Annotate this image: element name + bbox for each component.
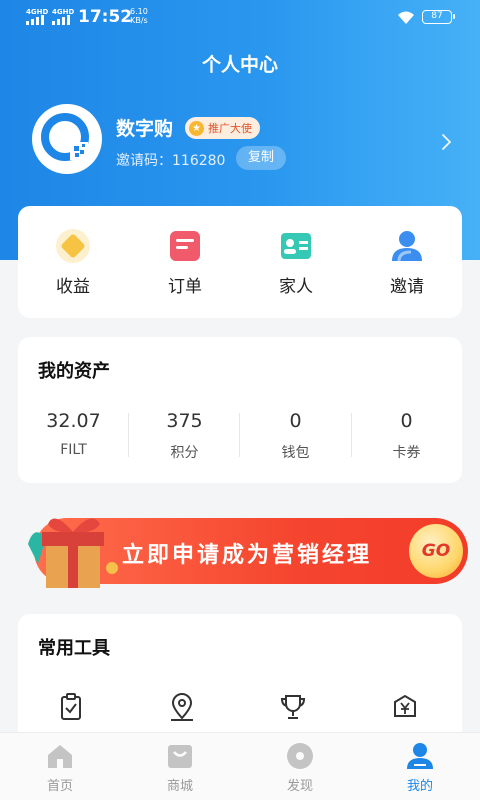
assets-title: 我的资产 bbox=[38, 361, 110, 382]
tab-home[interactable]: 首页 bbox=[20, 741, 100, 794]
invite-user-icon bbox=[389, 228, 425, 264]
tab-label: 商城 bbox=[166, 779, 193, 794]
quick-action-family[interactable]: 家人 bbox=[251, 228, 341, 297]
bottom-tab-bar: 首页 商城 发现 我的 bbox=[0, 732, 480, 800]
asset-label: 卡券 bbox=[392, 445, 421, 461]
discover-icon bbox=[285, 741, 315, 771]
diamond-icon bbox=[55, 228, 91, 264]
asset-coupons[interactable]: 0 卡券 bbox=[351, 410, 462, 462]
asset-points[interactable]: 375 积分 bbox=[129, 410, 240, 462]
chevron-right-icon[interactable] bbox=[440, 132, 454, 156]
copy-button[interactable]: 复制 bbox=[236, 146, 286, 170]
asset-value: 32.07 bbox=[46, 410, 101, 432]
home-icon bbox=[45, 741, 75, 771]
asset-label: FILT bbox=[60, 442, 87, 458]
avatar[interactable] bbox=[32, 104, 102, 174]
gift-box-icon bbox=[24, 504, 124, 598]
page-title: 个人中心 bbox=[201, 54, 278, 76]
ambassador-badge: ★ 推广大使 bbox=[185, 117, 260, 139]
network-speed-value: 6.10 bbox=[130, 7, 148, 16]
battery-icon: 87 bbox=[422, 10, 455, 24]
quick-action-invite[interactable]: 邀请 bbox=[362, 228, 452, 297]
quick-action-label: 家人 bbox=[279, 277, 313, 297]
network-speed-unit: KB/s bbox=[130, 16, 148, 25]
tab-label: 首页 bbox=[46, 779, 73, 794]
invite-code: 邀请码：116280 bbox=[116, 153, 226, 169]
go-button[interactable]: GO bbox=[409, 524, 463, 578]
quick-action-label: 邀请 bbox=[390, 277, 424, 297]
asset-value: 0 bbox=[400, 410, 413, 432]
asset-label: 钱包 bbox=[281, 445, 310, 461]
tab-shop[interactable]: 商城 bbox=[140, 741, 220, 794]
shop-icon bbox=[165, 741, 195, 771]
tab-label: 发现 bbox=[286, 779, 313, 794]
profile-icon bbox=[405, 741, 435, 771]
tab-profile[interactable]: 我的 bbox=[380, 741, 460, 794]
quick-action-label: 收益 bbox=[56, 277, 90, 297]
signal-icon: 4GHD bbox=[52, 8, 74, 25]
badge-label: 推广大使 bbox=[208, 122, 252, 135]
signal-icon: 4GHD bbox=[26, 8, 48, 25]
quick-action-orders[interactable]: 订单 bbox=[140, 228, 230, 297]
promo-banner[interactable]: 立即申请成为营销经理 GO bbox=[14, 504, 468, 594]
asset-wallet[interactable]: 0 钱包 bbox=[240, 410, 351, 462]
promo-text: 立即申请成为营销经理 bbox=[122, 543, 373, 568]
coupon-yuan-icon[interactable] bbox=[390, 692, 430, 722]
asset-value: 0 bbox=[289, 410, 302, 432]
wifi-icon bbox=[396, 9, 416, 29]
quick-action-earnings[interactable]: 收益 bbox=[28, 228, 118, 297]
location-pin-icon[interactable] bbox=[167, 692, 207, 722]
network-speed: 6.10 KB/s bbox=[130, 7, 148, 25]
asset-label: 积分 bbox=[170, 445, 199, 461]
asset-filt[interactable]: 32.07 FILT bbox=[18, 410, 129, 458]
tab-discover[interactable]: 发现 bbox=[260, 741, 340, 794]
quick-action-label: 订单 bbox=[168, 277, 202, 297]
tab-label: 我的 bbox=[406, 779, 433, 794]
order-icon bbox=[167, 228, 203, 264]
clipboard-check-icon[interactable] bbox=[56, 692, 96, 722]
tools-title: 常用工具 bbox=[38, 638, 110, 659]
star-icon: ★ bbox=[189, 120, 204, 136]
logo-icon bbox=[41, 113, 89, 161]
asset-value: 375 bbox=[166, 410, 203, 432]
quick-actions-card: 收益 订单 家人 邀请 bbox=[18, 206, 462, 318]
family-card-icon bbox=[278, 228, 314, 264]
assets-card: 我的资产 32.07 FILT 375 积分 0 钱包 0 卡券 bbox=[18, 337, 462, 483]
status-bar: 4GHD 4GHD 17:52 6.10 KB/s 87 bbox=[0, 0, 480, 36]
user-name: 数字购 bbox=[116, 118, 174, 140]
trophy-icon[interactable] bbox=[278, 692, 318, 722]
clock: 17:52 bbox=[78, 7, 133, 27]
